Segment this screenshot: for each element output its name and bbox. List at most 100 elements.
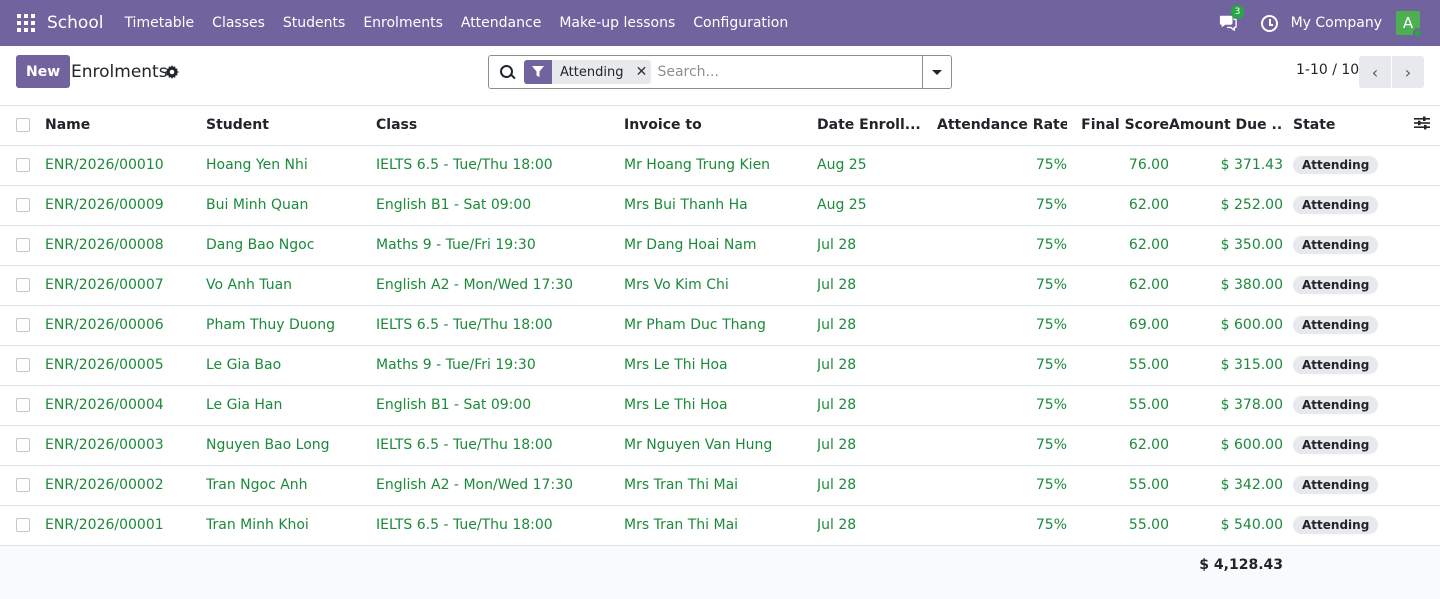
amount-due[interactable]: $ 378.00 (1169, 385, 1283, 426)
date-enrolled[interactable]: Jul 28 (817, 265, 937, 306)
company-switcher[interactable]: My Company (1291, 15, 1382, 31)
attendance-rate[interactable]: 75% (937, 145, 1067, 186)
class-name[interactable]: English B1 - Sat 09:00 (376, 185, 624, 226)
enrolment-name[interactable]: ENR/2026/00004 (45, 385, 206, 426)
table-row[interactable]: ENR/2026/00005 Le Gia Bao Maths 9 - Tue/Fr… (0, 345, 1440, 386)
class-name[interactable]: IELTS 6.5 - Tue/Thu 18:00 (376, 145, 624, 186)
table-row[interactable]: ENR/2026/00006 Pham Thuy Duong IELTS 6.5 -… (0, 305, 1440, 346)
invoice-to[interactable]: Mrs Tran Thi Mai (624, 465, 817, 506)
column-name[interactable]: Name (45, 106, 206, 146)
row-checkbox[interactable] (16, 518, 30, 532)
column-student[interactable]: Student (206, 106, 376, 146)
app-name[interactable]: School (47, 13, 103, 33)
attendance-rate[interactable]: 75% (937, 305, 1067, 346)
final-score[interactable]: 62.00 (1067, 425, 1169, 466)
table-row[interactable]: ENR/2026/00003 Nguyen Bao Long IELTS 6.5 -… (0, 425, 1440, 466)
pager-next-button[interactable]: › (1392, 56, 1424, 88)
column-amount-due[interactable]: Amount Due ... (1169, 106, 1283, 146)
row-checkbox[interactable] (16, 478, 30, 492)
pager-value[interactable]: 1-10 / 10 (1296, 62, 1359, 78)
attendance-rate[interactable]: 75% (937, 505, 1067, 546)
student-name[interactable]: Tran Ngoc Anh (206, 465, 376, 506)
final-score[interactable]: 55.00 (1067, 505, 1169, 546)
student-name[interactable]: Le Gia Bao (206, 345, 376, 386)
row-checkbox[interactable] (16, 318, 30, 332)
invoice-to[interactable]: Mrs Bui Thanh Ha (624, 185, 817, 226)
amount-due[interactable]: $ 315.00 (1169, 345, 1283, 386)
pager-previous-button[interactable]: ‹ (1359, 56, 1391, 88)
amount-due[interactable]: $ 600.00 (1169, 305, 1283, 346)
class-name[interactable]: English B1 - Sat 09:00 (376, 385, 624, 426)
amount-due[interactable]: $ 540.00 (1169, 505, 1283, 546)
menu-enrolments[interactable]: Enrolments (354, 15, 452, 31)
row-checkbox[interactable] (16, 398, 30, 412)
final-score[interactable]: 76.00 (1067, 145, 1169, 186)
search-input[interactable] (657, 64, 918, 80)
student-name[interactable]: Pham Thuy Duong (206, 305, 376, 346)
row-checkbox[interactable] (16, 358, 30, 372)
activity-clock-icon[interactable] (1260, 14, 1278, 32)
column-state[interactable]: State (1283, 106, 1390, 146)
gear-icon[interactable] (165, 65, 179, 83)
menu-makeup-lessons[interactable]: Make-up lessons (550, 15, 684, 31)
table-row[interactable]: ENR/2026/00009 Bui Minh Quan English B1 - … (0, 185, 1440, 226)
attendance-rate[interactable]: 75% (937, 465, 1067, 506)
column-date-enrolled[interactable]: Date Enroll... (817, 106, 937, 146)
invoice-to[interactable]: Mrs Vo Kim Chi (624, 265, 817, 306)
amount-due[interactable]: $ 342.00 (1169, 465, 1283, 506)
amount-due[interactable]: $ 380.00 (1169, 265, 1283, 306)
amount-due[interactable]: $ 371.43 (1169, 145, 1283, 186)
enrolment-name[interactable]: ENR/2026/00001 (45, 505, 206, 546)
final-score[interactable]: 62.00 (1067, 265, 1169, 306)
date-enrolled[interactable]: Jul 28 (817, 465, 937, 506)
enrolment-name[interactable]: ENR/2026/00005 (45, 345, 206, 386)
menu-timetable[interactable]: Timetable (115, 15, 203, 31)
enrolment-name[interactable]: ENR/2026/00008 (45, 225, 206, 266)
student-name[interactable]: Nguyen Bao Long (206, 425, 376, 466)
column-settings-sliders-icon[interactable] (1414, 116, 1430, 134)
final-score[interactable]: 62.00 (1067, 225, 1169, 266)
date-enrolled[interactable]: Jul 28 (817, 425, 937, 466)
invoice-to[interactable]: Mr Nguyen Van Hung (624, 425, 817, 466)
enrolment-name[interactable]: ENR/2026/00006 (45, 305, 206, 346)
enrolment-name[interactable]: ENR/2026/00003 (45, 425, 206, 466)
table-row[interactable]: ENR/2026/00004 Le Gia Han English B1 - Sat… (0, 385, 1440, 426)
user-avatar[interactable]: A (1396, 11, 1423, 38)
date-enrolled[interactable]: Jul 28 (817, 505, 937, 546)
date-enrolled[interactable]: Jul 28 (817, 305, 937, 346)
attendance-rate[interactable]: 75% (937, 345, 1067, 386)
attendance-rate[interactable]: 75% (937, 385, 1067, 426)
amount-due[interactable]: $ 252.00 (1169, 185, 1283, 226)
attendance-rate[interactable]: 75% (937, 425, 1067, 466)
student-name[interactable]: Tran Minh Khoi (206, 505, 376, 546)
final-score[interactable]: 69.00 (1067, 305, 1169, 346)
menu-students[interactable]: Students (274, 15, 354, 31)
invoice-to[interactable]: Mr Dang Hoai Nam (624, 225, 817, 266)
column-class[interactable]: Class (376, 106, 624, 146)
messages-button[interactable]: 3 (1219, 5, 1245, 33)
attendance-rate[interactable]: 75% (937, 225, 1067, 266)
amount-due[interactable]: $ 600.00 (1169, 425, 1283, 466)
menu-attendance[interactable]: Attendance (452, 15, 550, 31)
class-name[interactable]: IELTS 6.5 - Tue/Thu 18:00 (376, 305, 624, 346)
select-all-checkbox[interactable] (16, 118, 30, 133)
table-row[interactable]: ENR/2026/00001 Tran Minh Khoi IELTS 6.5 - … (0, 505, 1440, 546)
student-name[interactable]: Le Gia Han (206, 385, 376, 426)
row-checkbox[interactable] (16, 438, 30, 452)
column-attendance-rate[interactable]: Attendance Rate (937, 106, 1067, 146)
table-row[interactable]: ENR/2026/00008 Dang Bao Ngoc Maths 9 - Tue… (0, 225, 1440, 266)
remove-facet-close-icon[interactable]: ✕ (631, 64, 651, 80)
student-name[interactable]: Bui Minh Quan (206, 185, 376, 226)
class-name[interactable]: IELTS 6.5 - Tue/Thu 18:00 (376, 505, 624, 546)
date-enrolled[interactable]: Aug 25 (817, 145, 937, 186)
attendance-rate[interactable]: 75% (937, 265, 1067, 306)
date-enrolled[interactable]: Jul 28 (817, 345, 937, 386)
final-score[interactable]: 55.00 (1067, 385, 1169, 426)
amount-due[interactable]: $ 350.00 (1169, 225, 1283, 266)
row-checkbox[interactable] (16, 158, 30, 172)
table-row[interactable]: ENR/2026/00002 Tran Ngoc Anh English A2 - … (0, 465, 1440, 506)
student-name[interactable]: Vo Anh Tuan (206, 265, 376, 306)
menu-configuration[interactable]: Configuration (684, 15, 797, 31)
class-name[interactable]: Maths 9 - Tue/Fri 19:30 (376, 225, 624, 266)
invoice-to[interactable]: Mrs Le Thi Hoa (624, 345, 817, 386)
